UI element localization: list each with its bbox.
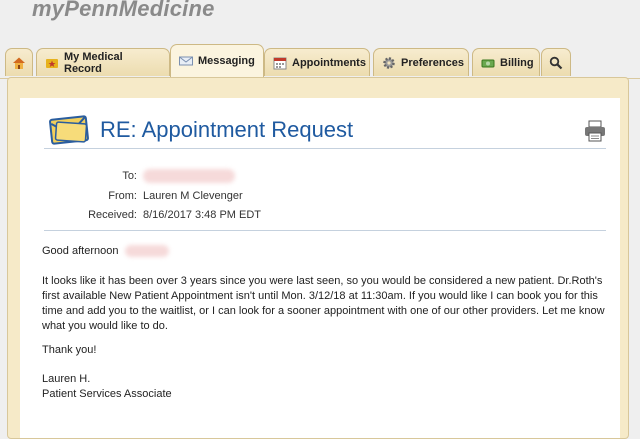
greeting: Good afternoon bbox=[42, 244, 169, 259]
envelope-icon bbox=[179, 54, 193, 68]
message-subject: RE: Appointment Request bbox=[100, 117, 354, 142]
tab-label: Preferences bbox=[401, 56, 464, 69]
tab-search[interactable] bbox=[541, 48, 571, 76]
signature-title: Patient Services Associate bbox=[42, 388, 172, 400]
meta-divider bbox=[44, 230, 606, 231]
star-folder-icon bbox=[45, 56, 59, 70]
print-icon[interactable] bbox=[584, 120, 606, 147]
message-header: RE: Appointment Request bbox=[48, 113, 353, 147]
main-navigation-tabs: My Medical Record Messaging Appointments… bbox=[0, 44, 640, 79]
tab-label: Appointments bbox=[292, 56, 366, 69]
tab-billing[interactable]: Billing bbox=[472, 48, 540, 76]
redacted-recipient bbox=[143, 169, 235, 183]
signature-name: Lauren H. bbox=[42, 373, 91, 385]
greeting-text: Good afternoon bbox=[42, 245, 119, 257]
money-icon bbox=[481, 56, 495, 70]
tab-label: Billing bbox=[500, 56, 534, 69]
search-icon bbox=[549, 56, 563, 70]
tab-my-medical-record[interactable]: My Medical Record bbox=[36, 48, 170, 76]
mail-envelope-icon bbox=[48, 113, 92, 147]
received-row: Received: 8/16/2017 3:48 PM EDT bbox=[20, 209, 261, 221]
message-view: RE: Appointment Request To: From: Lauren … bbox=[20, 98, 620, 438]
redacted-name bbox=[124, 245, 169, 258]
app-brand-logo: myPennMedicine bbox=[32, 0, 215, 21]
to-row: To: bbox=[20, 169, 235, 183]
closing: Thank you! bbox=[42, 344, 97, 356]
tab-label: My Medical Record bbox=[64, 50, 123, 75]
message-body: It looks like it has been over 3 years s… bbox=[42, 275, 605, 332]
calendar-icon bbox=[273, 56, 287, 70]
tab-messaging[interactable]: Messaging bbox=[170, 44, 264, 77]
to-label: To: bbox=[122, 169, 137, 182]
received-label: Received: bbox=[88, 209, 137, 221]
header-divider bbox=[44, 148, 606, 149]
tab-appointments[interactable]: Appointments bbox=[264, 48, 370, 76]
from-label: From: bbox=[108, 190, 137, 202]
tab-preferences[interactable]: Preferences bbox=[373, 48, 469, 76]
tab-home[interactable] bbox=[5, 48, 33, 76]
gear-icon bbox=[382, 56, 396, 70]
from-value: Lauren M Clevenger bbox=[143, 190, 243, 202]
from-row: From: Lauren M Clevenger bbox=[20, 190, 243, 202]
home-icon bbox=[12, 56, 26, 70]
received-value: 8/16/2017 3:48 PM EDT bbox=[143, 209, 262, 221]
tab-label: Messaging bbox=[198, 55, 255, 67]
